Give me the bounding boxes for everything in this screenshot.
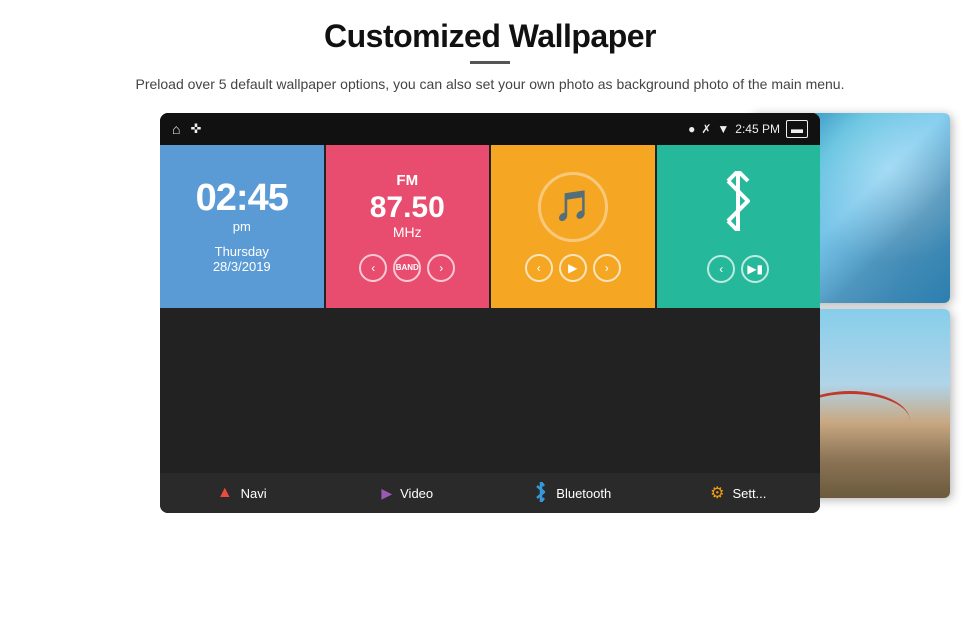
fm-tile[interactable]: FM 87.50 MHz ‹ BAND › <box>326 145 490 308</box>
music-note-icon: 🎵 <box>554 189 591 224</box>
fm-prev-button[interactable]: ‹ <box>359 254 387 282</box>
bt-controls: ‹ ▶▮ <box>707 255 769 283</box>
nav-video-label: Video <box>400 486 433 501</box>
clock-date: 28/3/2019 <box>213 259 271 274</box>
location-icon: ● <box>688 122 695 136</box>
bluetooth-status-icon: ✗ <box>701 122 711 136</box>
fm-frequency: 87.50 <box>370 191 445 224</box>
bt-prev-button[interactable]: ‹ <box>707 255 735 283</box>
nav-settings-label: Sett... <box>732 486 766 501</box>
music-tile[interactable]: 🎵 ‹ ▶ › <box>491 145 655 308</box>
clock-day: Thursday <box>215 244 269 259</box>
fm-controls: ‹ BAND › <box>359 254 455 282</box>
nav-navi-label: Navi <box>241 486 267 501</box>
page-title: Customized Wallpaper <box>60 18 920 55</box>
navi-icon: ▲ <box>217 484 233 502</box>
clock-tile[interactable]: 02:45 pm Thursday 28/3/2019 <box>160 145 324 308</box>
fm-next-button[interactable]: › <box>427 254 455 282</box>
video-icon: ▶ <box>381 485 392 502</box>
title-divider <box>470 61 510 64</box>
music-next-button[interactable]: › <box>593 254 621 282</box>
home-icon: ⌂ <box>172 121 180 137</box>
music-icon-wrap: 🎵 <box>538 172 608 242</box>
fm-unit: MHz <box>393 224 422 240</box>
nav-bluetooth-label: Bluetooth <box>556 486 611 501</box>
music-prev-button[interactable]: ‹ <box>525 254 553 282</box>
content-area: ⌂ ✜ ● ✗ ▼ 2:45 PM ▬ 02:45 pm Thursday 28… <box>0 103 980 513</box>
bluetooth-icon-large <box>718 171 758 243</box>
nav-bluetooth[interactable]: Bluetooth <box>491 473 655 513</box>
bottom-nav: ▲ Navi ▶ Video Bluetooth ⚙ <box>160 473 820 513</box>
fm-band-button[interactable]: BAND <box>393 254 421 282</box>
fm-label: FM <box>396 172 418 189</box>
page-header: Customized Wallpaper Preload over 5 defa… <box>0 0 980 103</box>
wifi-icon: ▼ <box>717 122 729 136</box>
status-time: 2:45 PM <box>735 122 780 136</box>
status-bar: ⌂ ✜ ● ✗ ▼ 2:45 PM ▬ <box>160 113 820 145</box>
settings-icon: ⚙ <box>710 483 724 503</box>
battery-icon: ▬ <box>786 120 808 138</box>
clock-time: 02:45 <box>196 179 288 217</box>
tiles-grid: 02:45 pm Thursday 28/3/2019 FM 87.50 MHz… <box>160 145 820 473</box>
nav-settings[interactable]: ⚙ Sett... <box>657 473 821 513</box>
usb-icon: ✜ <box>190 121 201 137</box>
bt-nav-icon <box>534 482 548 505</box>
nav-video[interactable]: ▶ Video <box>326 473 490 513</box>
device-mockup: ⌂ ✜ ● ✗ ▼ 2:45 PM ▬ 02:45 pm Thursday 28… <box>160 113 820 513</box>
bluetooth-tile[interactable]: ‹ ▶▮ <box>657 145 821 308</box>
page-subtitle: Preload over 5 default wallpaper options… <box>60 74 920 95</box>
status-right: ● ✗ ▼ 2:45 PM ▬ <box>688 120 808 138</box>
nav-navi[interactable]: ▲ Navi <box>160 473 324 513</box>
music-play-button[interactable]: ▶ <box>559 254 587 282</box>
bt-playpause-button[interactable]: ▶▮ <box>741 255 769 283</box>
music-controls: ‹ ▶ › <box>525 254 621 282</box>
status-left: ⌂ ✜ <box>172 121 201 137</box>
clock-ampm: pm <box>233 219 251 234</box>
